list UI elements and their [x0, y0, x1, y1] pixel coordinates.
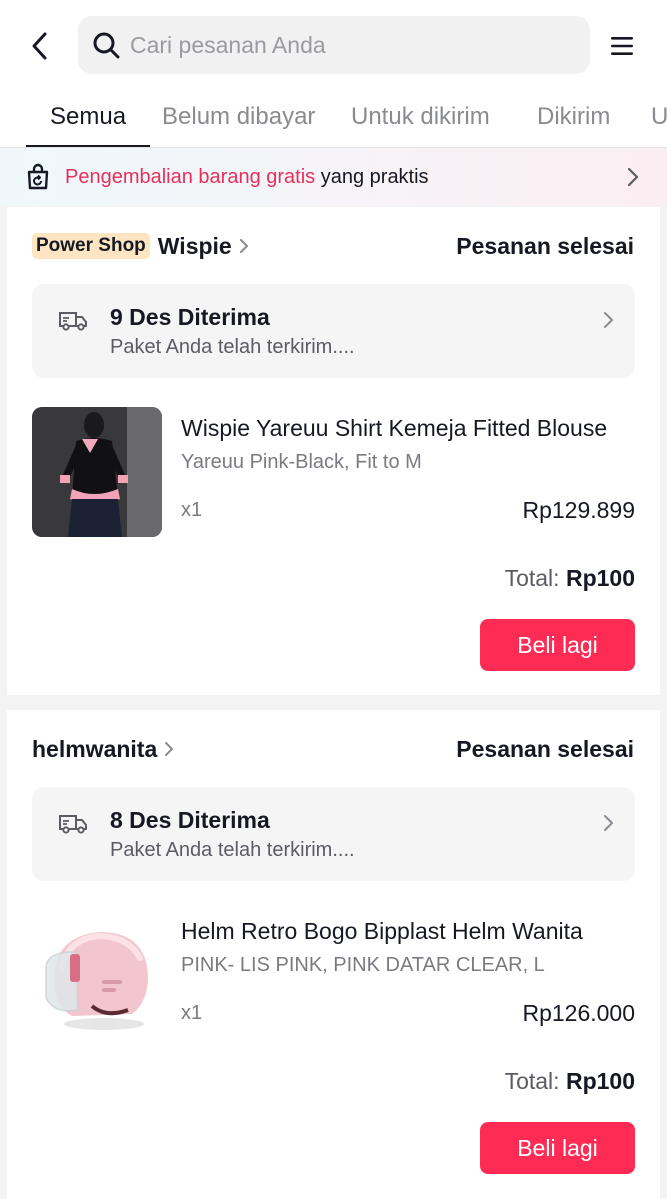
shipping-status-box[interactable]: 8 Des Diterima Paket Anda telah terkirim… [32, 787, 635, 881]
chevron-right-icon [604, 312, 613, 328]
hamburger-menu-icon [611, 37, 633, 55]
shop-header[interactable]: Power Shop Wispie [32, 231, 250, 261]
free-return-banner[interactable]: Pengembalian barang gratis yang praktis [0, 148, 667, 206]
chevron-right-icon [627, 167, 639, 187]
power-shop-badge: Power Shop [32, 233, 150, 259]
tab-next-partial[interactable]: U [651, 92, 667, 147]
chevron-left-icon [32, 32, 47, 60]
buy-again-button[interactable]: Beli lagi [480, 619, 635, 671]
delivery-date: 8 Des Diterima [110, 807, 270, 833]
total-value: Rp100 [565, 1068, 635, 1094]
delivery-truck-icon [59, 815, 87, 834]
banner-text: Pengembalian barang gratis yang praktis [65, 165, 429, 189]
tab-dikirim[interactable]: Dikirim [537, 92, 610, 147]
total-label: Total: [504, 565, 566, 591]
product-price: Rp129.899 [522, 497, 635, 523]
chevron-right-icon [239, 239, 248, 253]
product-image[interactable] [32, 910, 162, 1040]
product-quantity: x1 [181, 499, 203, 521]
product-price: Rp126.000 [522, 1000, 635, 1026]
product-variant: PINK- LIS PINK, PINK DATAR CLEAR, L [181, 954, 545, 976]
menu-button[interactable] [606, 30, 638, 62]
tab-belum-dibayar[interactable]: Belum dibayar [162, 92, 315, 147]
chevron-right-icon [165, 742, 174, 756]
order-total: Total: Rp100 [505, 1068, 635, 1095]
shopping-bag-return-icon [27, 163, 49, 190]
header [0, 0, 667, 92]
shop-header[interactable]: helmwanita [32, 734, 175, 764]
product-variant: Yareuu Pink-Black, Fit to M [181, 451, 422, 473]
search-bar[interactable] [78, 16, 590, 74]
chevron-right-icon [604, 815, 613, 831]
order-card: Power Shop Wispie Pesanan selesai 9 Des … [7, 207, 660, 695]
product-name[interactable]: Wispie Yareuu Shirt Kemeja Fitted Blouse [181, 415, 635, 442]
tab-untuk-dikirim[interactable]: Untuk dikirim [351, 92, 490, 147]
buy-again-button[interactable]: Beli lagi [480, 1122, 635, 1174]
search-icon [90, 29, 122, 61]
banner-highlight: Pengembalian barang gratis [65, 166, 316, 188]
shop-name[interactable]: Wispie [158, 233, 232, 260]
delivery-message: Paket Anda telah terkirim.... [110, 839, 355, 861]
tab-semua[interactable]: Semua [25, 92, 151, 147]
search-input[interactable] [130, 31, 570, 59]
order-card: helmwanita Pesanan selesai 8 Des Diterim… [7, 710, 660, 1199]
order-total: Total: Rp100 [505, 565, 635, 592]
product-name[interactable]: Helm Retro Bogo Bipplast Helm Wanita [181, 918, 635, 945]
total-value: Rp100 [565, 565, 635, 591]
delivery-message: Paket Anda telah terkirim.... [110, 336, 355, 358]
shipping-status-box[interactable]: 9 Des Diterima Paket Anda telah terkirim… [32, 284, 635, 378]
order-status: Pesanan selesai [456, 233, 634, 259]
delivery-date: 9 Des Diterima [110, 304, 270, 330]
order-status: Pesanan selesai [456, 736, 634, 762]
shop-name[interactable]: helmwanita [32, 736, 157, 763]
product-image[interactable] [32, 407, 162, 537]
banner-rest: yang praktis [315, 166, 429, 188]
product-quantity: x1 [181, 1002, 203, 1024]
total-label: Total: [504, 1068, 566, 1094]
order-status-tabs: Semua Belum dibayar Untuk dikirim Dikiri… [0, 92, 667, 148]
delivery-truck-icon [59, 312, 87, 331]
back-button[interactable] [24, 26, 56, 66]
